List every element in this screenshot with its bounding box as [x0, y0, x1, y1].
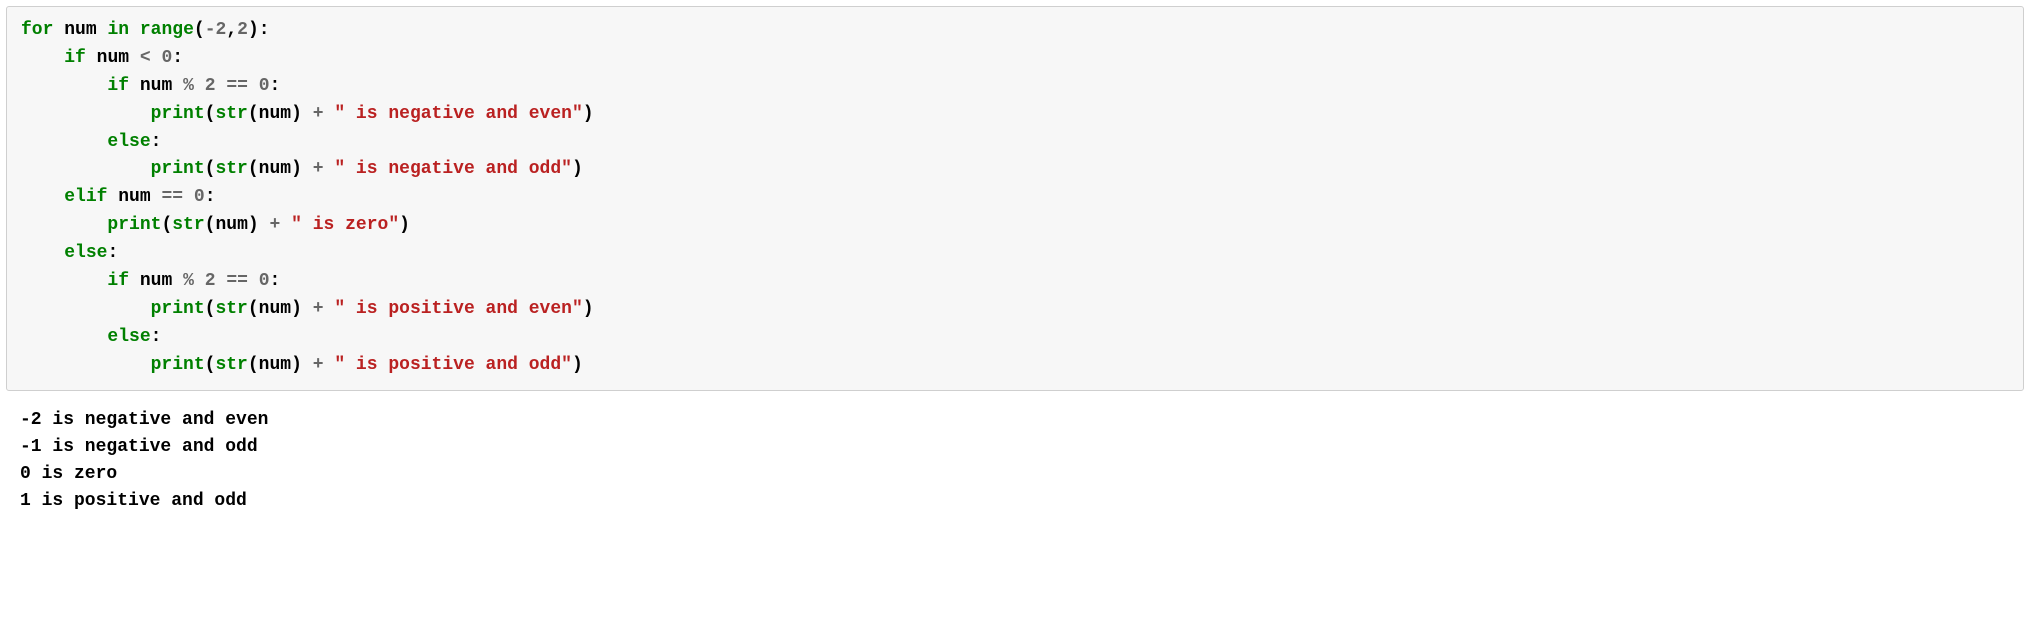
- builtin-str: str: [215, 159, 247, 179]
- punctuation: ): [291, 104, 302, 124]
- string-literal: " is positive and even": [334, 299, 582, 319]
- keyword-for: for: [21, 20, 53, 40]
- punctuation: (: [194, 20, 205, 40]
- operator-plus: +: [313, 355, 324, 375]
- punctuation: (: [205, 299, 216, 319]
- punctuation: :: [270, 271, 281, 291]
- operator-eq: ==: [226, 271, 248, 291]
- punctuation: ): [399, 215, 410, 235]
- number: 0: [259, 271, 270, 291]
- operator-plus: +: [313, 104, 324, 124]
- operator-mod: %: [183, 271, 194, 291]
- code-output-cell: -2 is negative and even -1 is negative a…: [6, 397, 2024, 525]
- number: 0: [161, 48, 172, 68]
- punctuation: (: [205, 215, 216, 235]
- number: 2: [216, 20, 227, 40]
- output-line: 0 is zero: [20, 464, 117, 484]
- punctuation: ): [572, 159, 583, 179]
- string-literal: " is negative and odd": [334, 159, 572, 179]
- keyword-if: if: [107, 271, 129, 291]
- builtin-print: print: [151, 159, 205, 179]
- identifier-num: num: [64, 20, 96, 40]
- punctuation: :: [151, 327, 162, 347]
- punctuation: (: [248, 355, 259, 375]
- punctuation: :: [259, 20, 270, 40]
- keyword-if: if: [107, 76, 129, 96]
- punctuation: (: [205, 104, 216, 124]
- string-literal: " is negative and even": [334, 104, 582, 124]
- punctuation: ,: [226, 20, 237, 40]
- builtin-print: print: [107, 215, 161, 235]
- output-line: 1 is positive and odd: [20, 491, 247, 511]
- builtin-str: str: [215, 104, 247, 124]
- number: 0: [194, 187, 205, 207]
- punctuation: (: [248, 104, 259, 124]
- keyword-elif: elif: [64, 187, 107, 207]
- punctuation: ): [291, 159, 302, 179]
- output-line: -1 is negative and odd: [20, 437, 258, 457]
- punctuation: :: [205, 187, 216, 207]
- identifier-num: num: [118, 187, 150, 207]
- punctuation: ): [291, 355, 302, 375]
- identifier-num: num: [97, 48, 129, 68]
- string-literal: " is positive and odd": [334, 355, 572, 375]
- number: 2: [237, 20, 248, 40]
- identifier-num: num: [259, 159, 291, 179]
- keyword-else: else: [107, 132, 150, 152]
- keyword-if: if: [64, 48, 86, 68]
- punctuation: ): [572, 355, 583, 375]
- punctuation: ): [583, 104, 594, 124]
- keyword-else: else: [107, 327, 150, 347]
- builtin-str: str: [172, 215, 204, 235]
- operator-mod: %: [183, 76, 194, 96]
- builtin-str: str: [215, 355, 247, 375]
- operator-lt: <: [140, 48, 151, 68]
- number: 2: [205, 271, 216, 291]
- operator-neg: -: [205, 20, 216, 40]
- punctuation: (: [248, 159, 259, 179]
- punctuation: (: [205, 159, 216, 179]
- operator-eq: ==: [226, 76, 248, 96]
- builtin-print: print: [151, 355, 205, 375]
- string-literal: " is zero": [291, 215, 399, 235]
- punctuation: :: [270, 76, 281, 96]
- punctuation: ): [291, 299, 302, 319]
- identifier-num: num: [259, 299, 291, 319]
- identifier-num: num: [259, 104, 291, 124]
- code-input-cell[interactable]: for num in range(-2,2): if num < 0: if n…: [6, 6, 2024, 391]
- keyword-else: else: [64, 243, 107, 263]
- builtin-print: print: [151, 104, 205, 124]
- builtin-print: print: [151, 299, 205, 319]
- punctuation: :: [107, 243, 118, 263]
- punctuation: ): [248, 215, 259, 235]
- punctuation: ): [583, 299, 594, 319]
- operator-plus: +: [313, 159, 324, 179]
- operator-plus: +: [313, 299, 324, 319]
- builtin-str: str: [215, 299, 247, 319]
- operator-eq: ==: [161, 187, 183, 207]
- punctuation: ): [248, 20, 259, 40]
- number: 0: [259, 76, 270, 96]
- output-line: -2 is negative and even: [20, 410, 268, 430]
- identifier-num: num: [259, 355, 291, 375]
- identifier-num: num: [140, 271, 172, 291]
- punctuation: (: [248, 299, 259, 319]
- keyword-in: in: [107, 20, 129, 40]
- punctuation: (: [205, 355, 216, 375]
- identifier-num: num: [140, 76, 172, 96]
- number: 2: [205, 76, 216, 96]
- punctuation: (: [161, 215, 172, 235]
- punctuation: :: [172, 48, 183, 68]
- builtin-range: range: [140, 20, 194, 40]
- operator-plus: +: [270, 215, 281, 235]
- punctuation: :: [151, 132, 162, 152]
- identifier-num: num: [215, 215, 247, 235]
